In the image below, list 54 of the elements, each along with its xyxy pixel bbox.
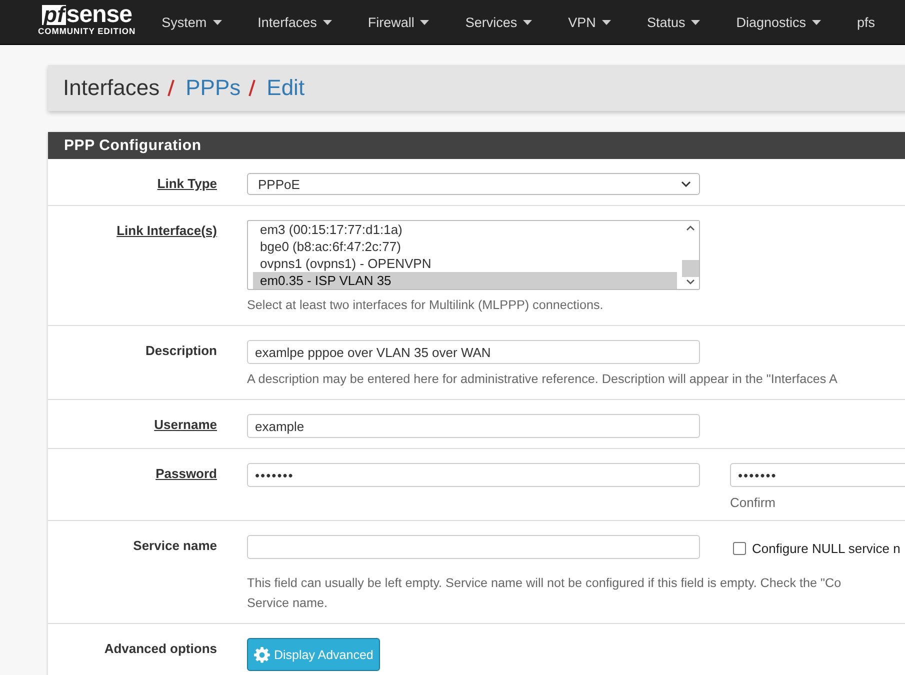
- field-label: Service name: [133, 538, 217, 553]
- nav-menu-item[interactable]: Firewall: [368, 14, 448, 30]
- field-label: Username: [154, 417, 217, 432]
- listbox-option[interactable]: em0.35 - ISP VLAN 35: [253, 272, 677, 289]
- listbox-option[interactable]: ovpns1 (ovpns1) - OPENVPN: [253, 255, 677, 272]
- text-input[interactable]: example: [247, 414, 700, 438]
- breadcrumb-text: Interfaces: [63, 75, 160, 101]
- text-input[interactable]: examlpe pppoe over VLAN 35 over WAN: [247, 340, 700, 364]
- service-name-input[interactable]: [247, 535, 700, 559]
- chevron-down-icon: [681, 181, 691, 187]
- nav-menu-item[interactable]: pfs: [857, 14, 894, 30]
- logo[interactable]: pfsense COMMUNITY EDITION: [38, 4, 136, 36]
- link-type-select[interactable]: PPPoE: [247, 173, 700, 195]
- field-label: Advanced options: [104, 641, 217, 656]
- interface-listbox[interactable]: em3 (00:15:17:77:d1:1a) bge0 (b8:ac:6f:47:2c:77) ovpns1 (ovpns1) - OPENVPN em0.35 - ISP VLAN 35: [247, 220, 700, 290]
- field-label: Description: [145, 343, 217, 358]
- panel-heading: PPP Configuration: [48, 132, 905, 159]
- field-label: Link Type: [157, 176, 217, 191]
- caret-icon: [691, 20, 700, 24]
- nav-menu-item[interactable]: Services: [465, 14, 550, 30]
- confirm-label: Confirm: [730, 495, 777, 510]
- checkbox-label: Configure NULL service n: [752, 541, 900, 556]
- nav-menu-item[interactable]: Diagnostics: [736, 14, 839, 30]
- field-label: Link Interface(s): [116, 223, 217, 238]
- listbox-option[interactable]: em3 (00:15:17:77:d1:1a): [253, 221, 677, 238]
- field-label: Password: [156, 466, 217, 481]
- nav-menu-item[interactable]: Status: [646, 14, 718, 30]
- checkbox[interactable]: [733, 542, 746, 555]
- confirm-password-input[interactable]: •••••••: [730, 463, 905, 487]
- breadcrumb-link[interactable]: PPPs: [186, 75, 241, 101]
- listbox-option[interactable]: bge0 (b8:ac:6f:47:2c:77): [253, 238, 677, 255]
- scroll-down-icon: [686, 279, 695, 285]
- scrollbar[interactable]: [682, 221, 699, 289]
- caret-icon: [322, 20, 332, 24]
- help-text: This field can usually be left empty. Service name will not be configured if this field is empty. Check the "Co Service name.: [247, 575, 842, 612]
- password-input[interactable]: •••••••: [247, 463, 700, 487]
- caret-icon: [523, 20, 532, 24]
- slash-icon: [166, 79, 175, 97]
- caret-icon: [420, 20, 430, 24]
- caret-icon: [212, 20, 222, 24]
- nav-menu-item[interactable]: Interfaces: [258, 14, 350, 30]
- nav-menu-item[interactable]: VPN: [568, 14, 629, 30]
- logo-brand-mark: pf: [42, 5, 66, 25]
- logo-brand-name: sense: [66, 4, 132, 26]
- slash-icon: [248, 79, 256, 97]
- gear-icon: [254, 646, 270, 662]
- scroll-up-icon: [686, 225, 695, 231]
- nav-menu-item[interactable]: System: [162, 14, 240, 30]
- logo-edition: COMMUNITY EDITION: [38, 26, 136, 36]
- caret-icon: [602, 20, 611, 24]
- caret-icon: [812, 20, 821, 24]
- help-text: A description may be entered here for administrative reference. Description will appear in the "Interfaces A: [247, 371, 838, 388]
- help-text: Select at least two interfaces for Multilink (MLPPP) connections.: [247, 297, 604, 314]
- breadcrumb-link[interactable]: Edit: [266, 75, 305, 101]
